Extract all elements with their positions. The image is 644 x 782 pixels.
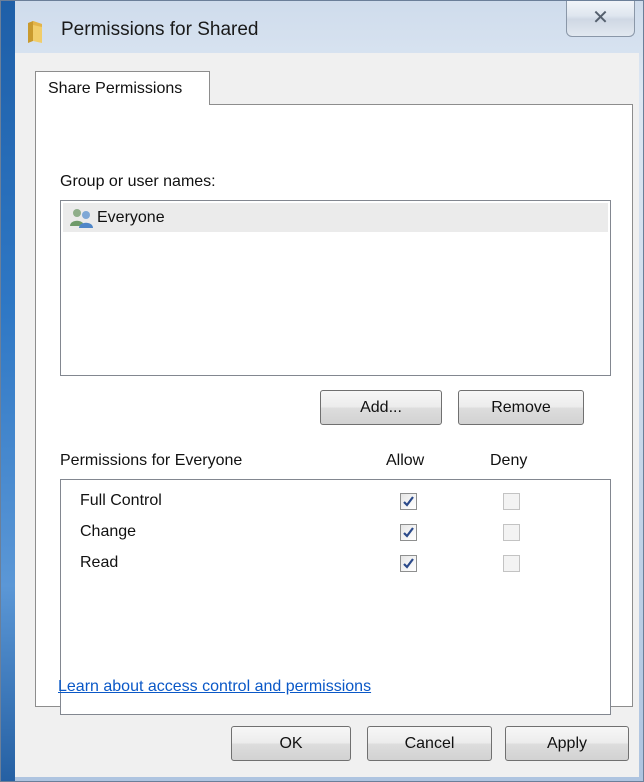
tab-share-permissions[interactable]: Share Permissions — [35, 71, 210, 105]
tab-label: Share Permissions — [48, 79, 183, 97]
window-title: Permissions for Shared — [61, 19, 259, 40]
allow-change-checkbox[interactable] — [400, 524, 417, 541]
dialog-window: Permissions for Shared ✕ Share Permissio… — [0, 0, 644, 782]
add-button-label: Add... — [360, 398, 402, 416]
cancel-button[interactable]: Cancel — [367, 726, 492, 761]
ok-button[interactable]: OK — [231, 726, 351, 761]
permission-row-change: Change — [61, 519, 610, 549]
deny-column-header: Deny — [490, 452, 528, 469]
access-control-help-link[interactable]: Learn about access control and permissio… — [58, 678, 371, 696]
allow-read-checkbox[interactable] — [400, 555, 417, 572]
user-list[interactable]: Everyone — [60, 200, 611, 376]
permission-row-read: Read — [61, 550, 610, 580]
ok-button-label: OK — [279, 734, 303, 752]
checkmark-icon — [403, 527, 414, 538]
allow-column-header: Allow — [386, 452, 425, 469]
share-permissions-panel: Group or user names: Everyone Add... Rem… — [35, 104, 633, 715]
remove-button[interactable]: Remove — [458, 390, 584, 425]
cancel-button-label: Cancel — [404, 734, 455, 752]
apply-button[interactable]: Apply — [505, 726, 629, 761]
permission-name: Change — [80, 523, 137, 540]
permission-row-full-control: Full Control — [61, 488, 610, 518]
deny-full-control-checkbox[interactable] — [503, 493, 520, 510]
user-item-everyone[interactable]: Everyone — [63, 203, 608, 232]
allow-full-control-checkbox[interactable] — [400, 493, 417, 510]
folder-icon — [25, 19, 47, 45]
close-icon: ✕ — [592, 7, 609, 29]
apply-button-label: Apply — [546, 734, 588, 752]
permissions-header: Permissions for Everyone — [60, 452, 243, 469]
deny-change-checkbox[interactable] — [503, 524, 520, 541]
users-group-icon — [69, 207, 95, 229]
permission-name: Full Control — [80, 492, 162, 509]
user-item-label: Everyone — [97, 208, 165, 226]
checkmark-icon — [403, 558, 414, 569]
close-button[interactable]: ✕ — [566, 1, 635, 37]
title-bar: Permissions for Shared ✕ — [15, 1, 643, 59]
add-button[interactable]: Add... — [320, 390, 442, 425]
checkmark-icon — [403, 496, 414, 507]
deny-read-checkbox[interactable] — [503, 555, 520, 572]
permission-name: Read — [80, 554, 119, 571]
group-user-names-label: Group or user names: — [60, 173, 216, 190]
dialog-body: Share Permissions Group or user names: E… — [15, 53, 639, 777]
remove-button-label: Remove — [491, 398, 551, 416]
